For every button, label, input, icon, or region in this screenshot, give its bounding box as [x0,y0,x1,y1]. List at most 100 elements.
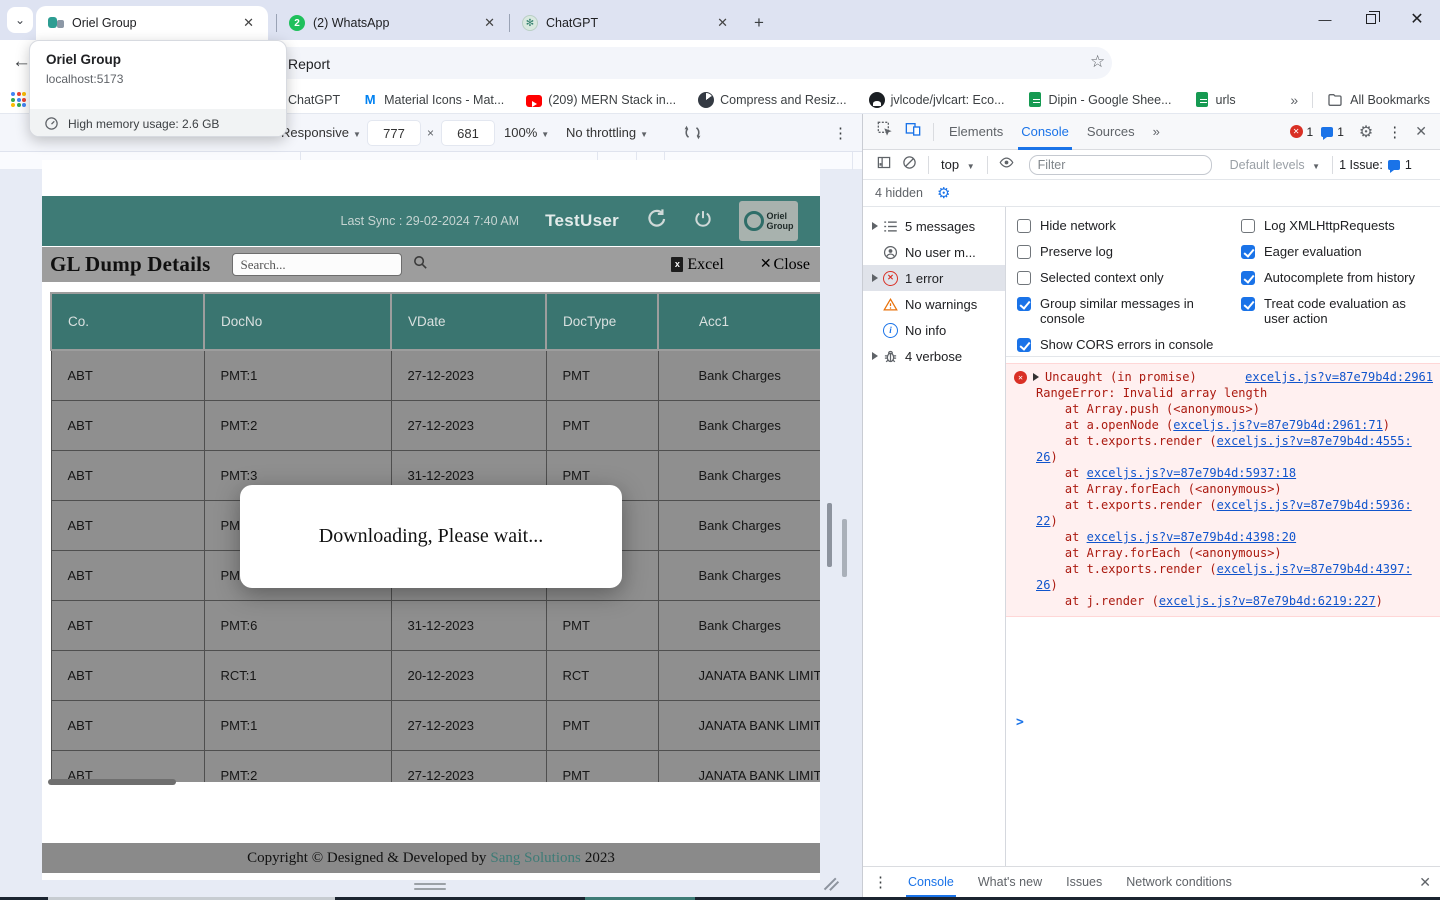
console-sidebar-item[interactable]: ✕1 error [863,265,1005,291]
close-report-button[interactable]: ✕ Close [760,256,810,274]
checkbox-checked-icon[interactable] [1017,338,1031,352]
error-source-link[interactable]: exceljs.js?v=87e79b4d:2961 [1245,369,1433,385]
console-prompt-chevron[interactable]: > [1016,715,1024,730]
message-count-icon[interactable] [1321,127,1333,137]
close-window-button[interactable]: ✕ [1394,0,1440,38]
devtools-tab-elements[interactable]: Elements [940,114,1012,150]
console-setting-checkbox[interactable]: Treat code evaluation as user action [1241,296,1435,326]
stack-source-link[interactable]: exceljs.js?v=87e79b4d:2961:71 [1173,418,1383,432]
console-sidebar-item[interactable]: No user m... [863,239,1005,265]
tab-close-icon[interactable]: ✕ [239,15,258,31]
device-mode-dropdown[interactable]: Responsive▼ [281,125,361,140]
checkbox-unchecked-icon[interactable] [1017,271,1031,285]
bookmark-item[interactable]: Compress and Resiz... [698,92,846,108]
devtools-menu-icon[interactable]: ⋮ [1387,123,1402,141]
device-toolbar-menu-icon[interactable]: ⋮ [833,124,848,142]
search-input[interactable] [232,253,402,276]
expander-icon[interactable] [872,274,878,282]
tab-oriel-group[interactable]: Oriel Group ✕ [36,6,268,40]
minimize-button[interactable]: — [1302,0,1348,38]
drawer-close-icon[interactable]: ✕ [1419,874,1431,891]
checkbox-checked-icon[interactable] [1017,297,1031,311]
error-count-icon[interactable]: ✕ [1290,125,1303,138]
console-sidebar-item[interactable]: 5 messages [863,213,1005,239]
error-expander-icon[interactable] [1033,373,1039,381]
drawer-tab-network-conditions[interactable]: Network conditions [1116,867,1242,898]
excel-export-button[interactable]: x Excel [671,256,723,274]
vertical-scrollbar-thumb[interactable] [827,503,832,567]
console-filter-input[interactable] [1029,155,1212,175]
drawer-tab-whats-new[interactable]: What's new [968,867,1052,898]
sang-solutions-link[interactable]: Sang Solutions [490,850,580,867]
stack-source-link[interactable]: exceljs.js?v=87e79b4d:4398:20 [1087,530,1297,544]
checkbox-unchecked-icon[interactable] [1017,245,1031,259]
rotate-viewport-icon[interactable] [683,123,702,147]
vertical-scrollbar-thumb[interactable] [842,519,847,577]
checkbox-unchecked-icon[interactable] [1017,219,1031,233]
checkbox-unchecked-icon[interactable] [1241,219,1255,233]
all-bookmarks-button[interactable]: All Bookmarks [1327,92,1430,108]
horizontal-scrollbar-thumb[interactable] [48,779,176,785]
live-expression-eye-icon[interactable] [998,155,1015,175]
viewport-height-input[interactable] [442,121,494,145]
tab-close-icon[interactable]: ✕ [713,15,732,31]
log-levels-dropdown[interactable]: Default levels ▼ [1230,158,1320,172]
console-setting-checkbox[interactable]: Show CORS errors in console [1017,337,1241,352]
device-toolbar-toggle-icon[interactable] [905,121,921,142]
devtools-close-icon[interactable]: ✕ [1415,123,1427,140]
bookmark-item[interactable]: urls [1194,92,1236,107]
console-setting-checkbox[interactable]: Preserve log [1017,244,1241,259]
filter-settings-gear-icon[interactable]: ⚙ [937,184,950,202]
tab-whatsapp[interactable]: 2 (2) WhatsApp ✕ [277,6,509,40]
console-sidebar-item[interactable]: No warnings [863,291,1005,317]
issues-counter[interactable]: 1 Issue: 1 [1339,158,1412,172]
inspect-element-icon[interactable] [877,121,893,142]
console-setting-checkbox[interactable]: Log XMLHttpRequests [1241,218,1435,233]
tab-search-button[interactable]: ⌄ [7,7,33,33]
bookmark-item[interactable]: Dipin - Google Shee... [1027,92,1172,107]
checkbox-checked-icon[interactable] [1241,245,1255,259]
devtools-tab-sources[interactable]: Sources [1078,114,1144,150]
viewport-corner-resize-handle[interactable] [820,874,840,894]
javascript-context-dropdown[interactable]: top ▼ [941,157,975,172]
devtools-tab-console[interactable]: Console [1012,114,1078,150]
search-icon[interactable] [412,254,429,276]
bookmark-item[interactable]: (209) MERN Stack in... [526,93,676,107]
devtools-more-tabs-icon[interactable]: » [1144,114,1169,150]
bookmark-item[interactable]: jvlcode/jvlcart: Eco... [869,92,1005,108]
expander-icon[interactable] [872,222,878,230]
bookmark-item[interactable]: MMaterial Icons - Mat... [362,92,504,108]
zoom-dropdown[interactable]: 100%▼ [504,125,549,140]
viewport-width-input[interactable] [368,121,420,145]
devtools-settings-gear-icon[interactable]: ⚙ [1359,122,1373,142]
clear-console-icon[interactable] [902,155,917,175]
bookmark-star-icon[interactable]: ☆ [1090,52,1105,72]
sync-icon[interactable] [645,208,667,235]
restore-button[interactable] [1348,0,1394,38]
drawer-tab-console[interactable]: Console [898,867,964,898]
stack-source-link[interactable]: exceljs.js?v=87e79b4d:6219:227 [1159,594,1376,608]
bookmarks-overflow-icon[interactable]: » [1290,92,1298,108]
apps-grid-icon[interactable] [11,92,26,107]
tab-chatgpt[interactable]: ✻ ChatGPT ✕ [510,6,742,40]
console-sidebar-item[interactable]: 4 verbose [863,343,1005,369]
console-setting-checkbox[interactable]: Hide network [1017,218,1241,233]
viewport-resize-handle[interactable] [414,883,446,893]
youtube-icon [526,95,542,107]
console-setting-checkbox[interactable]: Selected context only [1017,270,1241,285]
stack-source-link[interactable]: exceljs.js?v=87e79b4d:5937:18 [1087,466,1297,480]
checkbox-checked-icon[interactable] [1241,297,1255,311]
new-tab-button[interactable]: + [754,15,764,31]
tab-close-icon[interactable]: ✕ [480,15,499,31]
power-icon[interactable] [693,209,713,234]
console-sidebar-item[interactable]: iNo info [863,317,1005,343]
console-sidebar-toggle-icon[interactable] [876,155,892,175]
console-setting-checkbox[interactable]: Group similar messages in console [1017,296,1241,326]
throttling-dropdown[interactable]: No throttling▼ [566,125,648,140]
drawer-tab-issues[interactable]: Issues [1056,867,1112,898]
checkbox-checked-icon[interactable] [1241,271,1255,285]
console-setting-checkbox[interactable]: Autocomplete from history [1241,270,1435,285]
expander-icon[interactable] [872,352,878,360]
console-setting-checkbox[interactable]: Eager evaluation [1241,244,1435,259]
drawer-menu-icon[interactable]: ⋮ [873,873,888,891]
